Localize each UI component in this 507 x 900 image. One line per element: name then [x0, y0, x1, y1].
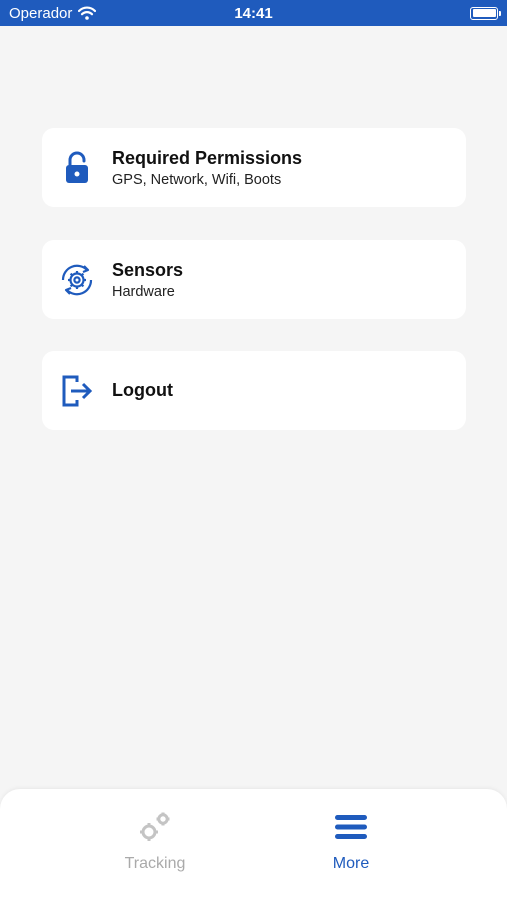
tab-tracking[interactable]: Tracking — [95, 809, 215, 873]
menu-item-subtitle: GPS, Network, Wifi, Boots — [112, 171, 282, 188]
lock-icon — [66, 151, 88, 183]
tab-label: More — [332, 855, 370, 872]
card-text: Logout — [112, 380, 173, 401]
card-icon-wrap — [42, 128, 112, 207]
menu-item-logout[interactable]: Logout — [42, 351, 466, 430]
battery-icon — [470, 6, 501, 20]
wifi-icon — [78, 6, 97, 20]
carrier-label: Operador — [9, 4, 73, 22]
status-left: Operador — [9, 4, 97, 22]
menu-item-title: Required Permissions — [112, 147, 303, 168]
logout-icon — [62, 375, 93, 406]
menu-item-title: Sensors — [112, 259, 184, 280]
status-bar: Operador 14:41 — [0, 0, 507, 26]
tab-label: Tracking — [124, 855, 186, 872]
card-text: Required Permissions GPS, Network, Wifi,… — [112, 148, 302, 188]
menu-item-required-permissions[interactable]: Required Permissions GPS, Network, Wifi,… — [42, 128, 466, 207]
menu-item-sensors[interactable]: Sensors Hardware — [42, 240, 466, 319]
sensor-gear-icon — [61, 264, 93, 295]
menu-item-subtitle: Hardware — [112, 283, 175, 300]
card-icon-wrap — [42, 351, 112, 430]
menu-item-title: Logout — [112, 380, 173, 400]
tab-more[interactable]: More — [291, 809, 411, 873]
tab-bar: Tracking More — [0, 789, 507, 900]
menu-icon — [335, 815, 367, 839]
card-icon-wrap — [42, 240, 112, 319]
gears-icon — [140, 812, 170, 841]
battery-fill — [472, 9, 496, 17]
card-text: Sensors Hardware — [112, 260, 183, 300]
